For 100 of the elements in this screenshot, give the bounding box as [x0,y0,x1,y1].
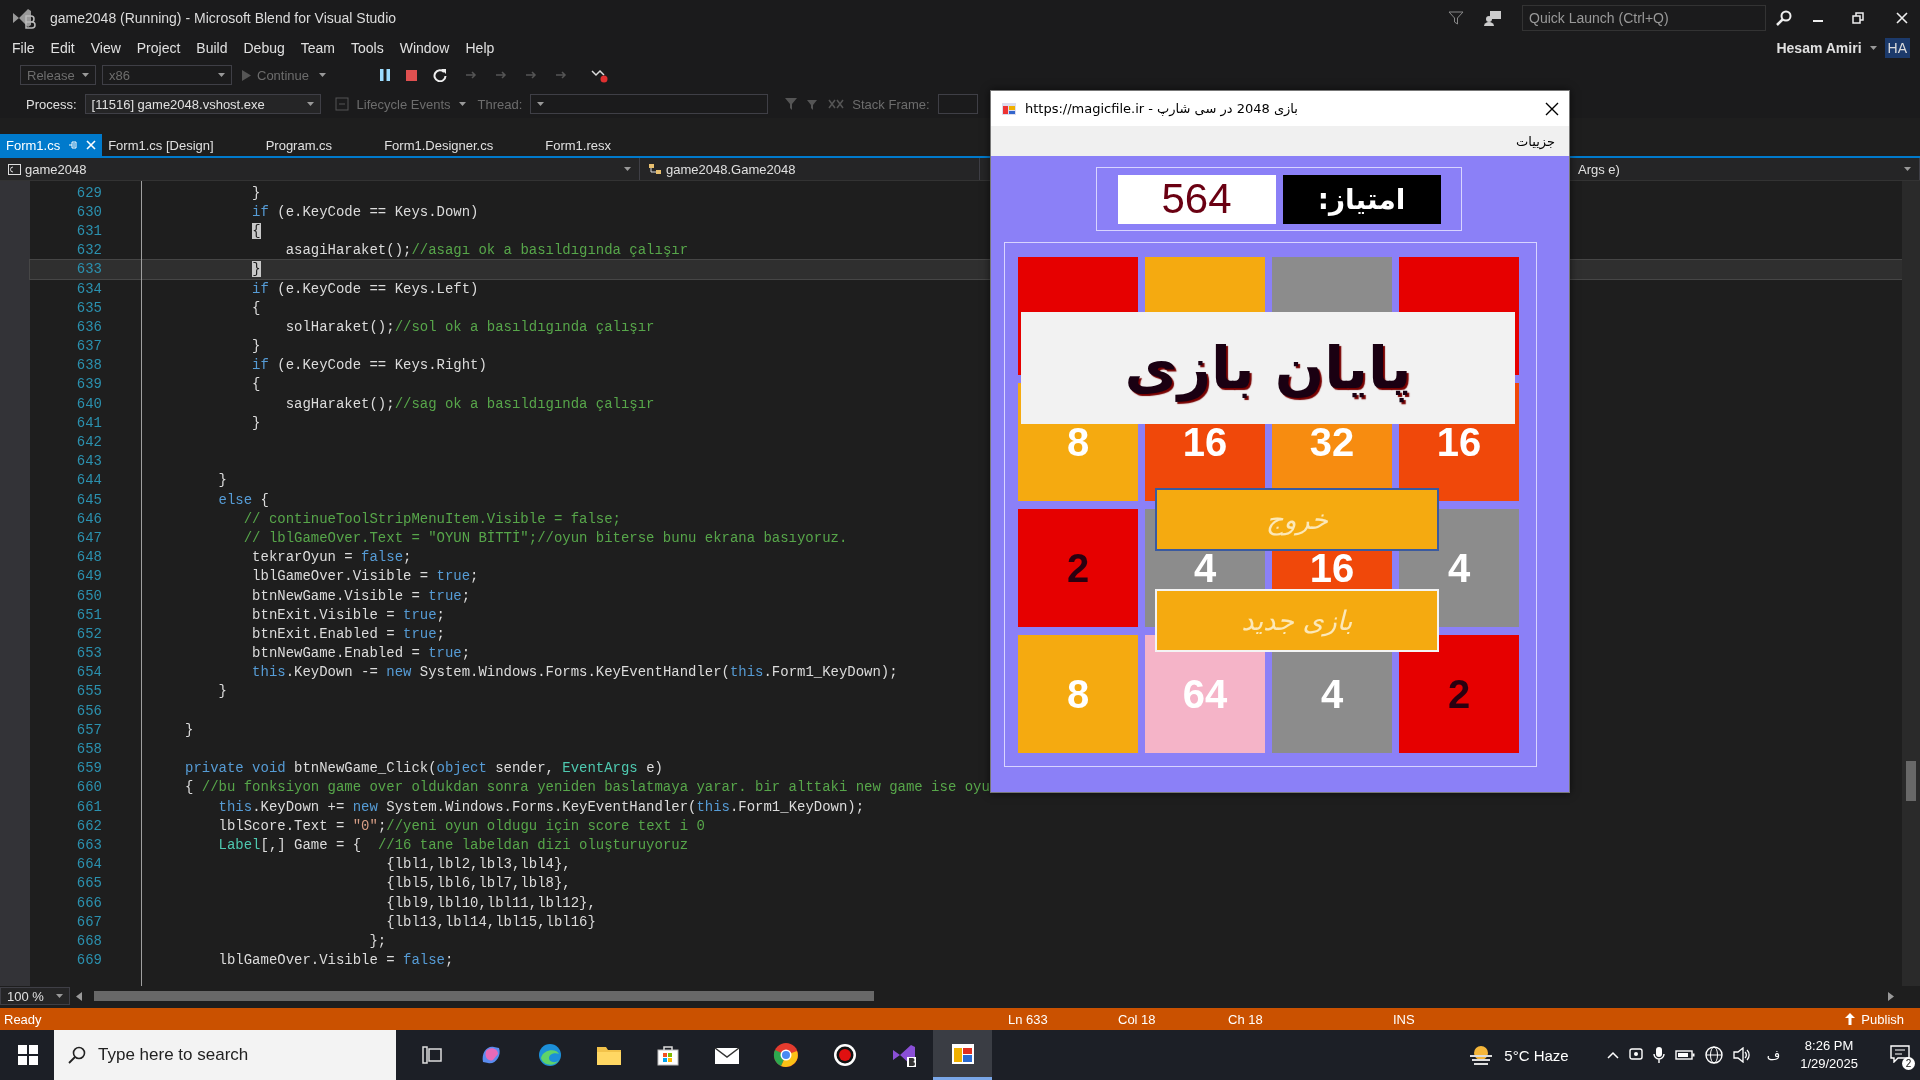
line-number: 656 [75,702,102,719]
pin-icon[interactable] [68,140,79,150]
line-number: 644 [75,472,102,489]
zoom-dropdown[interactable]: 100 % [0,987,70,1005]
line-number: 669 [75,952,102,969]
search-icon[interactable] [1776,10,1792,26]
code-line: { //bu fonksiyon game over oldukdan sonra yeniden baslatmaya yarar. bir alttaki new game ise oyu [184,779,990,796]
caret-icon [82,73,89,77]
line-number: 662 [75,817,102,834]
menu-item[interactable]: Window [391,40,458,56]
line-number: 642 [75,434,102,451]
tile: 2 [1018,509,1138,627]
line-number: 666 [75,894,102,911]
restart-icon[interactable] [433,68,448,82]
scroll-left-icon[interactable] [76,991,82,1001]
menu-item[interactable]: Debug [235,40,293,56]
line-number: 658 [75,741,102,758]
round-browser-icon[interactable] [772,1042,799,1068]
publish-button[interactable]: Publish [1861,1011,1904,1027]
quick-launch-field[interactable]: Quick Launch (Ctrl+Q) [1522,5,1766,31]
type-dropdown[interactable]: game2048.Game2048 [640,158,980,180]
line-indicator: Ln 633 [1008,1011,1049,1027]
menu-item[interactable]: Build [188,40,236,56]
code-line: {lbl1,lbl2,lbl3,lbl4}, [385,856,571,873]
speaker-icon[interactable] [1732,1047,1751,1063]
scroll-right-icon[interactable] [1888,991,1894,1001]
code-line: tekrarOyun = false; [251,549,412,566]
folder-icon[interactable] [595,1044,622,1066]
record-icon[interactable] [831,1042,858,1068]
stop-icon[interactable] [406,69,418,81]
windows-start-icon[interactable] [18,1045,38,1065]
stack-frame-label: Stack Frame: [852,96,930,112]
battery-icon[interactable] [1674,1049,1695,1061]
weather-text[interactable]: 5°C Haze [1504,1046,1569,1064]
horizontal-scrollbar[interactable] [94,991,874,1001]
file-tab[interactable]: Form1.Designer.cs [378,134,540,156]
line-number: 665 [75,875,102,892]
menu-item[interactable]: Help [457,40,503,56]
store-bag-icon[interactable] [655,1043,680,1067]
line-number: 657 [75,721,102,738]
line-number: 660 [75,779,102,796]
camera-icon[interactable] [1628,1047,1643,1063]
globe-icon[interactable] [1704,1046,1723,1064]
chevron-up-icon[interactable] [1606,1051,1619,1059]
line-number: 640 [75,395,102,412]
weather-haze-icon[interactable] [1468,1044,1495,1066]
file-tab[interactable]: Form1.resx [539,134,657,156]
csharp-file-icon [8,163,21,175]
user-name[interactable]: Hesam Amiri [1776,40,1862,56]
caret-icon [306,102,314,106]
upload-arrow-icon [1845,1013,1856,1025]
envelope-icon[interactable] [713,1045,740,1065]
feedback-icon[interactable] [1484,10,1502,26]
language-indicator[interactable]: ف [1766,1047,1781,1063]
infinity-b-icon[interactable] [890,1042,917,1068]
task-view-icon[interactable] [419,1043,444,1067]
menu-item[interactable]: Tools [343,40,392,56]
code-line: private void btnNewGame_Click(object sender, EventArgs e) [184,760,663,777]
file-tab[interactable]: Program.cs [259,134,379,156]
menu-item[interactable]: جزییات [1516,133,1555,149]
close-icon[interactable] [1545,101,1559,116]
line-number: 649 [75,568,102,585]
code-line: lblGameOver.Visible = true; [251,568,479,585]
clock-date[interactable]: 1/29/2025 [1800,1055,1858,1073]
line-number: 652 [75,625,102,642]
line-number: 634 [75,280,102,297]
menu-item[interactable]: File [4,40,43,56]
caret-icon [319,73,327,77]
microphone-icon[interactable] [1652,1047,1665,1063]
code-line: // lblGameOver.Text = "OYUN BİTTİ";//oyun biterse bunu ekrana basıyoruz. [242,529,848,546]
menu-item[interactable]: Project [128,40,189,56]
user-avatar[interactable]: HA [1884,38,1910,58]
restore-icon[interactable] [1852,12,1864,24]
file-tab[interactable]: Form1.cs [Design] [102,134,260,156]
window-title: game2048 (Running) - Microsoft Blend for Visual Studio [50,10,397,26]
line-number: 655 [75,683,102,700]
code-line: if (e.KeyCode == Keys.Right) [251,357,487,374]
process-dropdown[interactable]: [11516] game2048.vshost.exe [84,94,321,114]
status-text: Ready [4,1011,43,1027]
file-tab[interactable]: Form1.cs [0,134,103,156]
char-indicator: Ch 18 [1228,1011,1264,1027]
line-number: 635 [75,299,102,316]
pause-icon[interactable] [380,69,391,81]
vertical-scrollbar[interactable] [1902,181,1920,986]
project-dropdown[interactable]: game2048 [0,158,640,180]
menu-item[interactable]: Edit [42,40,83,56]
line-number: 659 [75,760,102,777]
clock-time[interactable]: 8:26 PM [1804,1037,1854,1055]
breakpoint-icon[interactable] [591,67,610,83]
insert-mode-indicator: INS [1393,1011,1415,1027]
filter-icon[interactable] [1448,10,1464,26]
code-line: btnNewGame.Visible = true; [251,587,471,604]
code-line: // continueToolStripMenuItem.Visible = false; [242,510,621,527]
browser-wave-icon[interactable] [536,1042,563,1068]
line-number: 631 [75,222,102,239]
menu-item[interactable]: View [82,40,129,56]
line-number: 637 [75,338,102,355]
tile: 8 [1018,635,1138,753]
taskbar-search-field[interactable]: Type here to search [54,1030,396,1080]
menu-item[interactable]: Team [292,40,343,56]
